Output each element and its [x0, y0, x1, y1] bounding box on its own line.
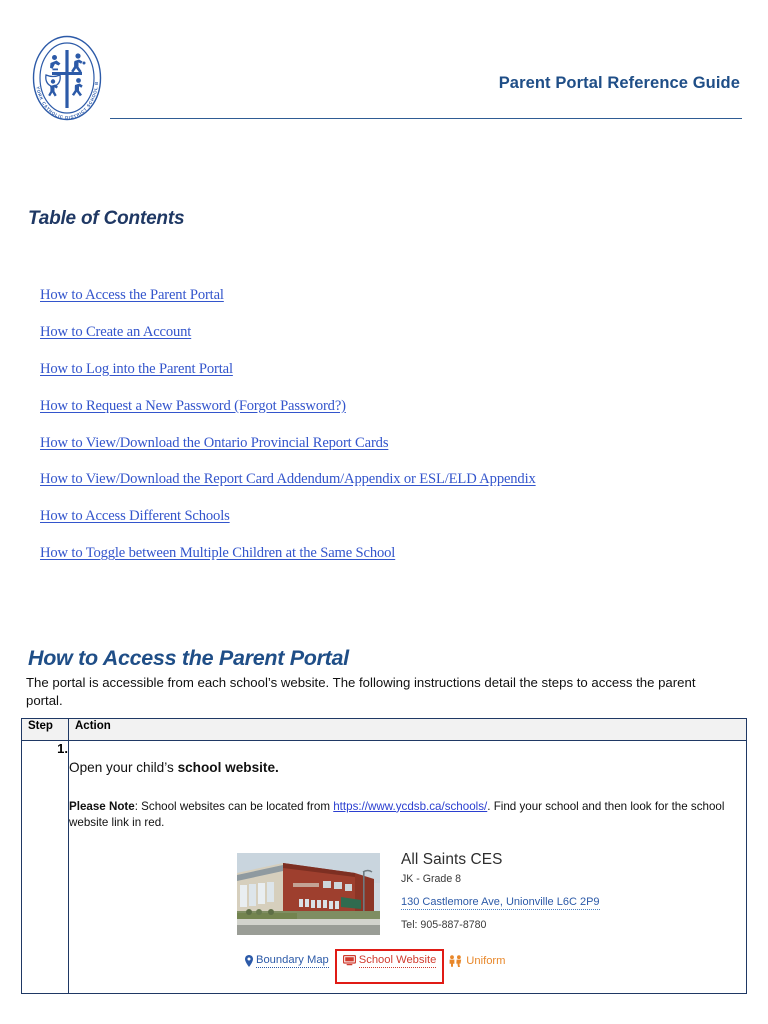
school-grade-range: JK - Grade 8	[401, 873, 462, 886]
uniform-link[interactable]: Uniform	[448, 955, 505, 968]
section-intro-text: The portal is accessible from each schoo…	[26, 675, 696, 708]
schools-directory-link[interactable]: https://www.ycdsb.ca/schools/	[333, 800, 487, 813]
toc-link-access-parent-portal[interactable]: How to Access the Parent Portal	[40, 288, 224, 303]
action-instruction-emphasis: school website.	[177, 760, 279, 775]
crest-icon: YORK CATHOLIC DISTRICT SCHOOL BOARD	[28, 30, 102, 121]
boundary-map-link[interactable]: Boundary Map	[245, 954, 329, 969]
school-website-label: School Website	[358, 953, 437, 968]
steps-table: Step Action 1. Open your child’s school …	[21, 718, 747, 994]
boundary-map-label: Boundary Map	[256, 954, 329, 969]
school-telephone: Tel: 905-887-8780	[401, 919, 487, 932]
step-number: 1.	[21, 740, 69, 994]
toc-link-ontario-report-cards[interactable]: How to View/Download the Ontario Provinc…	[40, 435, 389, 451]
map-pin-icon	[245, 955, 253, 968]
monitor-icon	[342, 955, 356, 966]
school-website-highlight-box: School Website	[334, 948, 445, 984]
table-row: 1. Open your child’s school website. Ple…	[21, 740, 747, 994]
toc-link-toggle-multiple-children[interactable]: How to Toggle between Multiple Children …	[40, 546, 395, 561]
page-header: YORK CATHOLIC DISTRICT SCHOOL BOARD	[0, 0, 768, 130]
note-label: Please Note	[69, 799, 135, 813]
toc-link-request-new-password[interactable]: How to Request a New Password (Forgot Pa…	[40, 399, 346, 414]
action-instruction: Open your child’s school website.	[69, 759, 746, 777]
toc-heading: Table of Contents	[28, 208, 185, 229]
school-info-block: All Saints CES JK - Grade 8 130 Castlemo…	[401, 850, 651, 932]
toc-link-log-into-portal[interactable]: How to Log into the Parent Portal	[40, 362, 233, 377]
column-header-step: Step	[21, 718, 69, 741]
note-prefix: : School websites can be located from	[134, 799, 334, 813]
ycdsb-logo: YORK CATHOLIC DISTRICT SCHOOL BOARD	[28, 30, 106, 122]
action-instruction-prefix: Open your child’s	[69, 760, 178, 775]
school-building-photo	[237, 852, 380, 935]
school-address-link[interactable]: 130 Castlemore Ave, Unionville L6C 2P9	[401, 896, 600, 911]
step-action-cell: Open your child’s school website. Please…	[68, 740, 747, 994]
column-header-action: Action	[68, 718, 747, 741]
section-heading: How to Access the Parent Portal	[28, 645, 349, 670]
school-action-links: Boundary Map School Website Uniform	[245, 948, 505, 984]
toc-link-access-different-schools[interactable]: How to Access Different Schools	[40, 509, 230, 524]
school-photo-image	[237, 852, 380, 935]
toc-list: How to Access the Parent Portal How to C…	[40, 288, 740, 583]
toc-link-report-card-addendum[interactable]: How to View/Download the Report Card Add…	[40, 472, 536, 487]
toc-link-create-account[interactable]: How to Create an Account	[40, 325, 191, 340]
school-listing-card: All Saints CES JK - Grade 8 130 Castlemo…	[237, 850, 657, 984]
people-icon	[449, 955, 462, 968]
table-header-row: Step Action	[21, 718, 747, 741]
action-note: Please Note: School websites can be loca…	[69, 799, 746, 831]
school-website-link[interactable]: School Website	[342, 953, 437, 968]
school-name: All Saints CES	[401, 850, 503, 868]
page-title: Parent Portal Reference Guide	[498, 74, 740, 92]
uniform-label: Uniform	[466, 954, 506, 967]
header-divider	[110, 118, 742, 119]
